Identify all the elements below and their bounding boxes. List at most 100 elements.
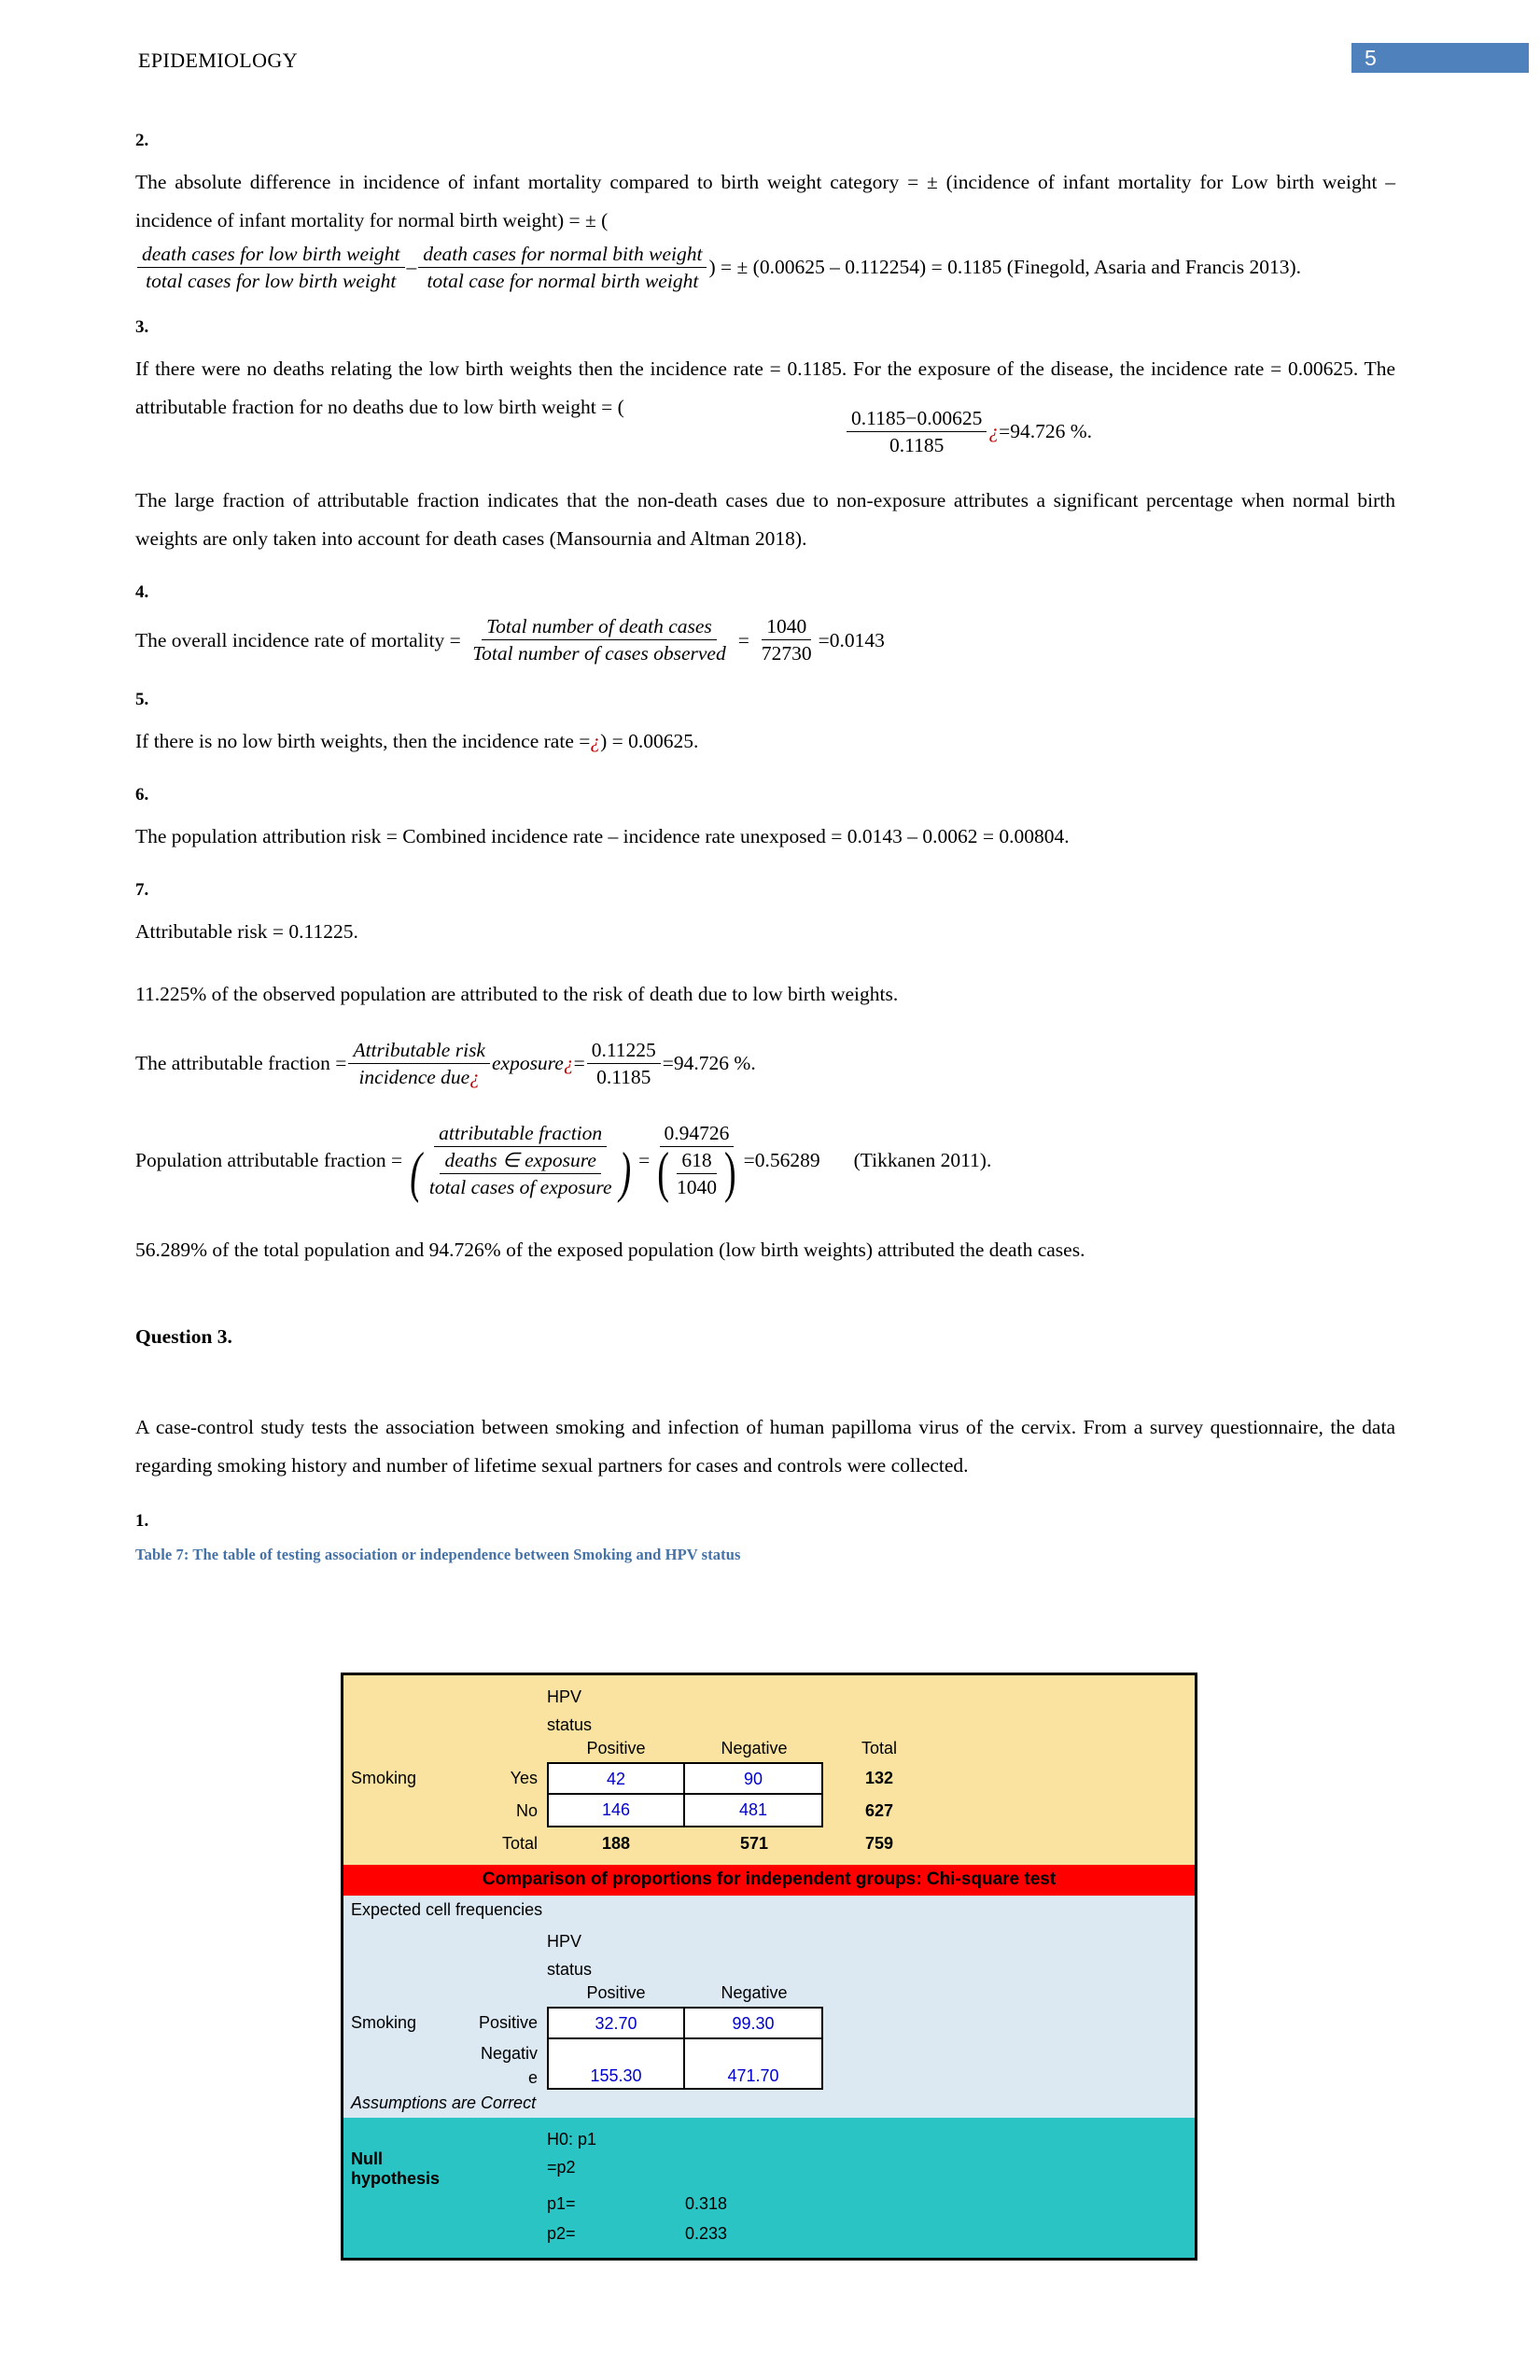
expected-row-sub-negative: Negativ e: [461, 2039, 547, 2090]
observed-group-header: HPV status: [547, 1683, 592, 1739]
null-hypothesis-expression: H0: p1 =p2: [547, 2125, 596, 2181]
group-header-line-1: HPV: [547, 1687, 582, 1706]
question-3-intro-text: A case-control study tests the associati…: [135, 1415, 1395, 1477]
document-header-title: EPIDEMIOLOGY: [138, 49, 299, 72]
page-number-label: 5: [1365, 46, 1377, 70]
section-7-summary-text: 56.289% of the total population and 94.7…: [135, 1238, 1085, 1261]
fraction-numerator: 618: [677, 1148, 717, 1174]
fraction-numerator: 1040: [762, 614, 812, 641]
equals-operator: =: [638, 1148, 651, 1171]
equals-operator: =: [573, 1052, 585, 1075]
fraction-denominator: incidence due¿: [354, 1064, 484, 1089]
section-7-percent-paragraph: 11.225% of the observed population are a…: [135, 975, 1395, 1014]
table-row-total: Total 188 571 759: [343, 1827, 1195, 1865]
observed-row-sub-total: Total: [501, 1834, 538, 1853]
paf-citation: (Tikkanen 2011).: [853, 1148, 992, 1171]
af-exposure-text: exposure: [491, 1052, 564, 1075]
fraction-denominator: 72730: [761, 642, 812, 665]
fraction-overall-incidence: Total number of death cases Total number…: [468, 614, 731, 665]
document-page: EPIDEMIOLOGY 5 2. The absolute differenc…: [0, 0, 1540, 2380]
section-2-paragraph: The absolute difference in incidence of …: [135, 163, 1395, 240]
p2-value: 0.233: [685, 2224, 728, 2243]
page-number-badge: 5: [1351, 43, 1529, 73]
fraction-denominator: Total number of cases observed: [472, 642, 726, 665]
p1-row: p1= 0.318: [343, 2189, 1195, 2219]
expected-cell-positive-positive: 32.70: [547, 2007, 685, 2039]
observed-cell-yes-total: 132: [864, 1769, 894, 1787]
fraction-normal-birth-weight: death cases for normal bith weight total…: [418, 242, 707, 293]
observed-group-header-row: HPV status: [343, 1675, 1195, 1739]
observed-col-total: Total: [861, 1739, 898, 1757]
observed-counts-band: HPV status Positive Negative Total Smoki…: [343, 1675, 1195, 1865]
observed-cell-yes-positive: 42: [547, 1762, 685, 1795]
group-header-line-2: status: [547, 1960, 593, 1979]
equals-operator: =: [737, 628, 749, 651]
expected-row-label-smoking: Smoking: [351, 2013, 417, 2032]
table-row: Smoking Yes 42 90 132: [343, 1762, 1195, 1795]
section-3-formula: 0.1185−0.00625 0.1185 ¿ =94.726 %.: [845, 406, 1395, 457]
minus-operator: –: [406, 256, 417, 279]
fraction-numerator: attributable fraction: [434, 1121, 608, 1147]
p1-label: p1=: [547, 2194, 576, 2213]
expected-row-sub-negative-line2: e: [527, 2068, 538, 2087]
formula-error-marker: ¿: [590, 730, 601, 753]
p1-value: 0.318: [685, 2194, 728, 2213]
fraction-paf-values-outer: 0.94726 ( 618 1040 ): [651, 1121, 741, 1205]
question-3-heading-text: Question 3.: [135, 1324, 232, 1348]
af-lead-text: The attributable fraction =: [135, 1052, 347, 1075]
observed-cell-yes-negative: 90: [685, 1762, 823, 1795]
fraction-denominator: 1040: [676, 1175, 717, 1198]
question-3-item-number: 1.: [135, 1510, 149, 1531]
expected-frequencies-title: Expected cell frequencies: [351, 1900, 543, 1919]
formula-error-marker: ¿: [988, 420, 1000, 443]
observed-column-header-row: Positive Negative Total: [343, 1739, 1195, 1762]
observed-row-sub-yes: Yes: [510, 1769, 538, 1787]
fraction-numerator: Total number of death cases: [482, 614, 717, 641]
fraction-denominator: 0.1185: [889, 433, 945, 456]
table-row: Negativ e 155.30 471.70: [343, 2039, 1195, 2090]
group-header-line-2: status: [547, 1715, 593, 1734]
question-3-heading: Question 3.: [135, 1318, 1395, 1356]
expected-col-positive: Positive: [586, 1983, 646, 2002]
null-hypothesis-row: Null hypothesis H0: p1 =p2: [343, 2118, 1195, 2189]
expected-frequencies-band: Expected cell frequencies HPV status Pos…: [343, 1896, 1195, 2118]
section-6-text: The population attribution risk = Combin…: [135, 824, 1070, 847]
observed-cell-no-negative: 481: [685, 1795, 823, 1827]
right-paren: ): [619, 1141, 632, 1205]
p2-row: p2= 0.233: [343, 2219, 1195, 2258]
section-3-explanation: The large fraction of attributable fract…: [135, 482, 1395, 558]
observed-cell-no-positive: 146: [547, 1795, 685, 1827]
observed-cell-no-total: 627: [864, 1801, 894, 1820]
section-3-number: 3.: [135, 316, 149, 337]
expected-cell-negative-negative: 471.70: [685, 2039, 823, 2090]
observed-col-negative: Negative: [721, 1739, 788, 1757]
fraction-denominator: total case for normal birth weight: [427, 269, 699, 292]
observed-cell-total-positive: 188: [601, 1834, 631, 1853]
fraction-attributable-risk: Attributable risk incidence due¿: [348, 1038, 490, 1089]
fraction-denominator: total cases for low birth weight: [146, 269, 397, 292]
section-5-lead-text: If there is no low birth weights, then t…: [135, 730, 591, 753]
section-6-paragraph: The population attribution risk = Combin…: [135, 818, 1395, 856]
left-paren: (: [657, 1141, 669, 1205]
population-attributable-fraction-formula: Population attributable fraction = attri…: [135, 1121, 1395, 1205]
paf-tail-text: =0.56289: [743, 1148, 820, 1171]
expected-cell-negative-positive: 155.30: [547, 2039, 685, 2090]
fraction-attributable-fraction: 0.1185−0.00625 0.1185: [847, 406, 987, 457]
observed-cell-total-negative: 571: [739, 1834, 769, 1853]
section-4-formula-tail: =0.0143: [818, 628, 885, 651]
fraction-numerator: 0.94726: [659, 1121, 735, 1147]
section-7-text: Attributable risk = 0.11225.: [135, 919, 358, 943]
fraction-paf-values-inner: 618 1040: [672, 1148, 721, 1199]
page-header: EPIDEMIOLOGY 5: [0, 43, 1540, 91]
af-tail-text: =94.726 %.: [662, 1052, 756, 1075]
fraction-numerator: deaths ∈ exposure: [440, 1148, 601, 1174]
section-7-percent-text: 11.225% of the observed population are a…: [135, 982, 899, 1005]
attributable-fraction-formula: The attributable fraction = Attributable…: [135, 1038, 1395, 1089]
null-hypothesis-band: Null hypothesis H0: p1 =p2 p1= 0.318 p2=…: [343, 2118, 1195, 2258]
expected-group-header: HPV status: [547, 1927, 592, 1983]
expected-column-header-row: Positive Negative: [343, 1983, 1195, 2007]
paf-lead-text: Population attributable fraction =: [135, 1148, 403, 1171]
null-hypothesis-label: Null hypothesis: [351, 2149, 441, 2188]
section-2-formula: death cases for low birth weight total c…: [135, 242, 1395, 293]
fraction-numerator: Attributable risk: [348, 1038, 490, 1064]
